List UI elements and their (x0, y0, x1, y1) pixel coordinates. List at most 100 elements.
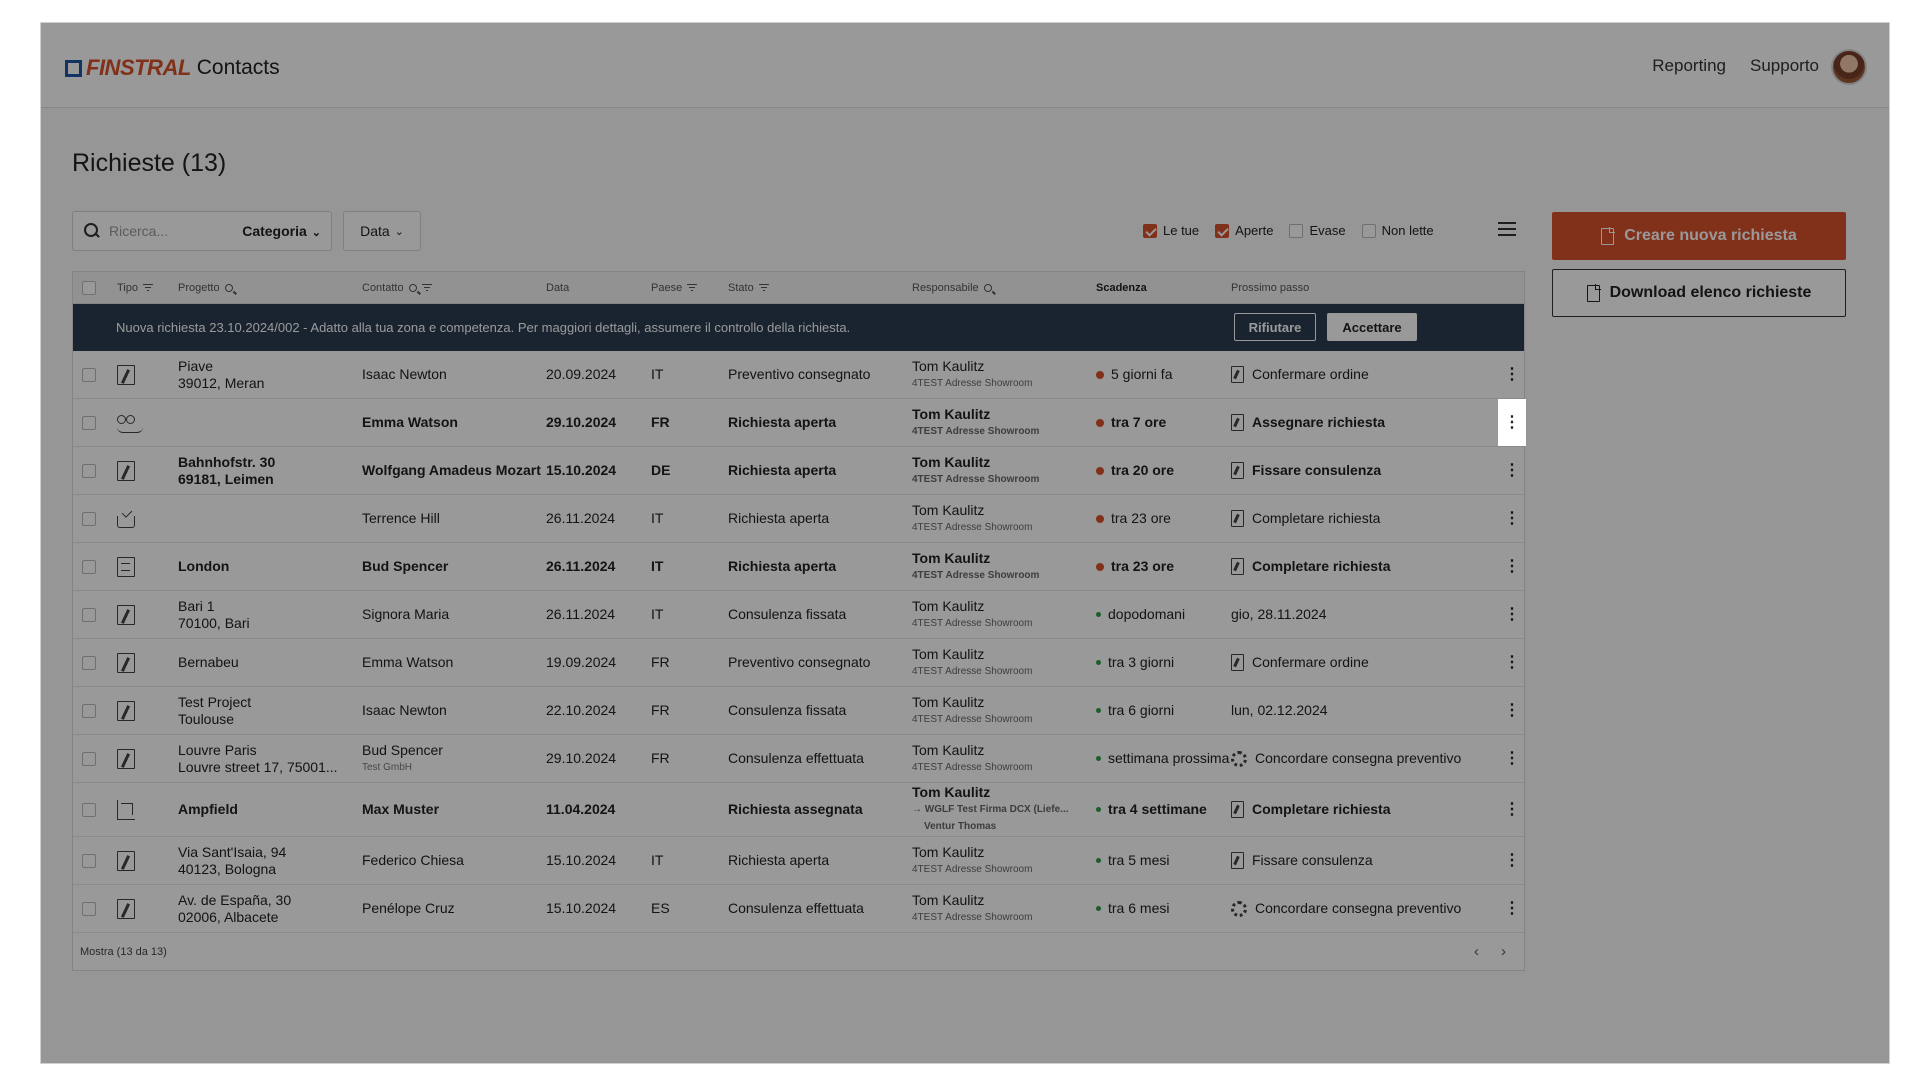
table-row[interactable]: Terrence Hill 26.11.2024 IT Richiesta apert… (73, 495, 1524, 543)
row-checkbox[interactable] (82, 703, 96, 718)
deadline-cell: tra 23 ore (1096, 495, 1231, 542)
accept-button[interactable]: Accettare (1327, 313, 1417, 341)
table-row[interactable]: Emma Watson 29.10.2024 FR Richiesta aperta T… (73, 399, 1526, 447)
project-line1: Piave (178, 357, 214, 374)
row-checkbox[interactable] (82, 853, 96, 868)
type-cell (117, 783, 135, 836)
filter-evase[interactable]: Evase (1289, 223, 1346, 238)
project-line1: Test Project (178, 693, 252, 710)
contact-name: Penélope Cruz (362, 900, 455, 916)
search-icon[interactable] (983, 284, 992, 292)
row-more-icon[interactable]: ⋮ (1498, 837, 1526, 884)
next-step-text: Concordare consegna preventivo (1255, 750, 1462, 766)
filter-icon[interactable] (758, 284, 769, 292)
deadline-status-dot (1096, 660, 1101, 665)
filter-aperte[interactable]: Aperte (1215, 223, 1273, 238)
search-icon[interactable] (224, 284, 233, 292)
row-more-icon[interactable]: ⋮ (1498, 495, 1526, 542)
plan-icon (117, 799, 135, 820)
col-stato[interactable]: Stato (728, 282, 769, 294)
country-cell: IT (651, 606, 664, 622)
row-checkbox[interactable] (82, 559, 96, 574)
table-row[interactable]: Bahnhofstr. 30 69181, Leimen Wolfgang Amad… (73, 447, 1524, 495)
next-page-icon[interactable]: › (1501, 943, 1506, 960)
table-row[interactable]: London Bud Spencer 26.11.2024 IT Richiesta a… (73, 543, 1524, 591)
table-row[interactable]: Louvre Paris Louvre street 17, 75001... Bu… (73, 735, 1524, 783)
row-checkbox[interactable] (82, 463, 96, 478)
download-list-button[interactable]: Download elenco richieste (1552, 269, 1846, 317)
nav-supporto[interactable]: Supporto (1750, 56, 1819, 76)
search-input[interactable]: Ricerca... (109, 223, 242, 239)
row-more-icon[interactable]: ⋮ (1498, 735, 1526, 782)
col-progetto[interactable]: Progetto (178, 282, 233, 294)
contact-name: Max Muster (362, 801, 440, 817)
row-more-icon[interactable]: ⋮ (1498, 639, 1526, 686)
col-contatto[interactable]: Contatto (362, 282, 432, 294)
contact-name: Isaac Newton (362, 366, 447, 382)
filter-icon[interactable] (687, 284, 698, 292)
col-paese[interactable]: Paese (651, 282, 698, 294)
checkbox-unchecked[interactable] (1361, 223, 1376, 238)
next-step-cell: Confermare ordine (1231, 351, 1491, 398)
table-row[interactable]: Via Sant'Isaia, 94 40123, Bologna Federico… (73, 837, 1524, 885)
user-avatar[interactable] (1831, 49, 1867, 85)
responsible-name: Tom Kaulitz (912, 405, 991, 422)
project-icon (117, 850, 135, 871)
row-more-icon[interactable]: ⋮ (1498, 591, 1526, 638)
filter-le-tue[interactable]: Le tue (1143, 223, 1199, 238)
row-more-icon[interactable]: ⋮ (1498, 687, 1526, 734)
row-more-icon[interactable]: ⋮ (1498, 885, 1526, 932)
table-row[interactable]: Bari 1 70100, Bari Signora Maria 26.11.2024… (73, 591, 1524, 639)
row-checkbox[interactable] (82, 367, 96, 382)
create-request-button[interactable]: Creare nuova richiesta (1552, 212, 1846, 260)
date-dropdown[interactable]: Data ⌄ (343, 211, 421, 251)
row-checkbox[interactable] (82, 901, 96, 916)
nav-reporting[interactable]: Reporting (1652, 56, 1726, 76)
row-checkbox[interactable] (82, 751, 96, 766)
row-checkbox[interactable] (82, 511, 96, 526)
status-cell: Richiesta aperta (728, 852, 830, 868)
search-icon[interactable] (408, 284, 417, 292)
prev-page-icon[interactable]: ‹ (1474, 943, 1479, 960)
contact-cell: Isaac Newton (362, 351, 542, 398)
filter-non-lette[interactable]: Non lette (1361, 223, 1434, 238)
row-more-icon[interactable]: ⋮ (1498, 399, 1526, 446)
filter-icon[interactable] (421, 284, 432, 292)
table-row[interactable]: Test Project Toulouse Isaac Newton 22.10.20… (73, 687, 1524, 735)
row-checkbox[interactable] (82, 415, 96, 430)
filter-icon[interactable] (143, 284, 153, 292)
checkbox-unchecked[interactable] (1289, 223, 1304, 238)
finstral-logo[interactable]: FINSTRAL Contacts (65, 55, 280, 81)
row-more-icon[interactable]: ⋮ (1498, 543, 1526, 590)
row-checkbox[interactable] (82, 607, 96, 622)
category-dropdown[interactable]: Categoria ⌄ (242, 223, 321, 239)
responsible-location: 4TEST Adresse Showroom (912, 713, 1033, 725)
table-row[interactable]: Ampfield Max Muster 11.04.2024 Richiesta as… (73, 783, 1524, 837)
deadline-cell: tra 5 mesi (1096, 837, 1231, 884)
reject-button[interactable]: Rifiutare (1234, 313, 1316, 341)
checkbox-unchecked[interactable] (82, 281, 96, 295)
document-icon (1231, 414, 1244, 431)
search-bar[interactable]: Ricerca... Categoria ⌄ (72, 211, 332, 251)
col-data[interactable]: Data (546, 282, 569, 294)
row-checkbox[interactable] (82, 802, 96, 817)
table-row[interactable]: Piave 39012, Meran Isaac Newton 20.09.2024 I… (73, 351, 1524, 399)
row-more-icon[interactable]: ⋮ (1498, 783, 1526, 836)
new-request-banner: Nuova richiesta 23.10.2024/002 - Adatto … (73, 304, 1524, 351)
col-prossimo-passo[interactable]: Prossimo passo (1231, 282, 1309, 294)
col-tipo[interactable]: Tipo (117, 282, 153, 294)
select-all-checkbox[interactable] (82, 281, 96, 295)
row-more-icon[interactable]: ⋮ (1498, 351, 1526, 398)
contact-name: Federico Chiesa (362, 852, 464, 868)
col-scadenza[interactable]: Scadenza (1096, 282, 1147, 294)
next-step-text: lun, 02.12.2024 (1231, 702, 1328, 718)
row-more-icon[interactable]: ⋮ (1498, 447, 1526, 494)
type-cell (117, 543, 135, 590)
table-row[interactable]: Av. de España, 30 02006, Albacete Penélope… (73, 885, 1524, 933)
checkbox-checked[interactable] (1215, 223, 1230, 238)
col-responsabile[interactable]: Responsabile (912, 282, 992, 294)
table-row[interactable]: Bernabeu Emma Watson 19.09.2024 FR Preventiv… (73, 639, 1524, 687)
checkbox-checked[interactable] (1143, 223, 1157, 238)
row-checkbox[interactable] (82, 655, 96, 670)
column-menu-icon[interactable] (1498, 222, 1516, 236)
